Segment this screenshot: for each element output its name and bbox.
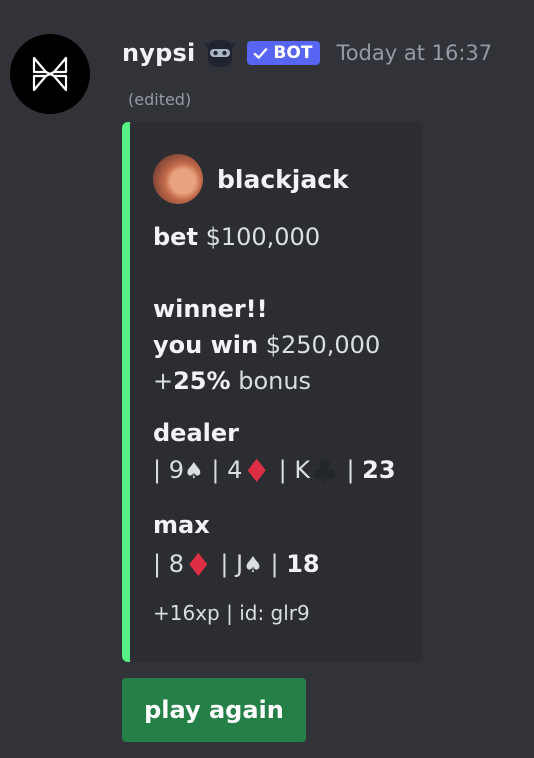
game-embed: blackjack bet $100,000 winner!! you win … — [122, 122, 422, 662]
bonus-prefix: + — [153, 367, 174, 395]
bet-line: bet $100,000 — [153, 219, 320, 255]
author-avatar — [153, 154, 203, 204]
checkmark-icon — [254, 47, 268, 59]
player-hand: | 8♦ | J♠ | 18 — [153, 546, 320, 584]
bot-badge-label: BOT — [273, 43, 313, 63]
nypsi-logo-icon — [32, 56, 68, 92]
dealer-label: dealer — [153, 419, 239, 447]
bet-value: $100,000 — [205, 223, 321, 251]
username[interactable]: nypsi — [122, 39, 195, 67]
win-line: you win $250,000 — [153, 327, 380, 363]
embed-footer: +16xp | id: glr9 — [153, 601, 310, 625]
spade-icon: ♠ — [243, 553, 263, 578]
diamond-icon: ♦ — [184, 546, 213, 584]
player-card-rank: 8 — [168, 550, 184, 578]
timestamp[interactable]: Today at 16:37 — [336, 41, 492, 65]
win-value: $250,000 — [265, 331, 381, 359]
player-total: 18 — [286, 550, 320, 578]
player-label: max — [153, 511, 210, 539]
player-label-line: max — [153, 507, 210, 543]
bonus-line: +25% bonus — [153, 363, 311, 399]
dealer-hand: | 9♠ | 4♦ | K♣ | 23 — [153, 452, 396, 490]
win-label: you win — [153, 331, 259, 359]
bonus-percent: 25% — [173, 367, 231, 395]
result-text: winner!! — [153, 295, 268, 323]
bonus-suffix: bonus — [238, 367, 312, 395]
diamond-icon: ♦ — [242, 452, 272, 490]
result-line: winner!! — [153, 291, 268, 327]
ninja-emoji-icon — [203, 36, 237, 70]
bet-label: bet — [153, 223, 198, 251]
dealer-card-rank: 9 — [168, 456, 184, 484]
club-icon: ♣ — [310, 452, 339, 490]
embed-author-name: blackjack — [217, 164, 349, 194]
embed-author: blackjack — [153, 154, 349, 204]
dealer-card-rank: 4 — [227, 456, 243, 484]
dealer-total: 23 — [362, 456, 396, 484]
dealer-label-line: dealer — [153, 415, 239, 451]
spade-icon: ♠ — [184, 459, 204, 484]
bot-badge: BOT — [247, 41, 321, 65]
dealer-card-rank: K — [294, 456, 311, 484]
play-again-button[interactable]: play again — [122, 678, 306, 742]
embed-accent-bar — [122, 122, 130, 662]
edited-label: (edited) — [128, 90, 192, 109]
message-header: nypsi BOT Today at 16:37 — [122, 36, 492, 70]
bot-avatar[interactable] — [10, 34, 90, 114]
